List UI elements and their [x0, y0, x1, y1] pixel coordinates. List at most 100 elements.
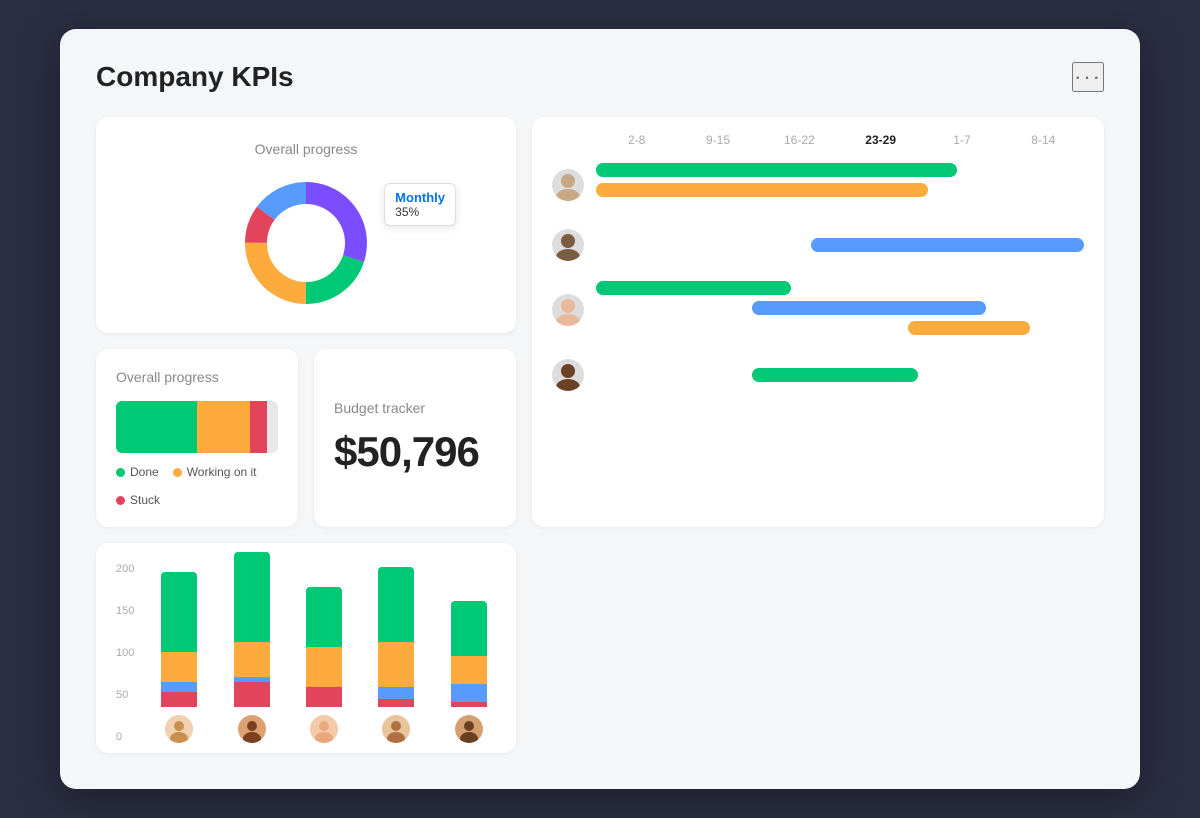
- legend-dot-stuck: [116, 496, 125, 505]
- bar-seg-red: [161, 692, 197, 707]
- gantt-bars-3: [596, 279, 1084, 341]
- bar-avatar-4: [382, 715, 410, 743]
- more-button[interactable]: ···: [1072, 62, 1104, 92]
- bar-seg-red: [306, 687, 342, 707]
- bar-seg-orange: [161, 652, 197, 682]
- gantt-bars-1: [596, 159, 1084, 211]
- bar-seg-blue: [451, 684, 487, 702]
- bar-seg-orange: [378, 642, 414, 687]
- donut-card: Overall progress: [96, 117, 516, 333]
- budget-value: $50,796: [334, 428, 496, 476]
- bar-chart-card: 200 150 100 50 0: [96, 543, 516, 753]
- bar-seg-blue: [378, 687, 414, 699]
- gantt-bar: [596, 163, 957, 177]
- bar-stack-2: [234, 552, 270, 707]
- gantt-avatar-1: [552, 169, 584, 201]
- progress-done: [116, 401, 197, 453]
- gantt-bars-2: [596, 231, 1084, 259]
- gantt-bar: [596, 183, 928, 197]
- bar-seg-green: [306, 587, 342, 647]
- gantt-bars-4: [596, 361, 1084, 389]
- gantt-card: 2-8 9-15 16-22 23-29 1-7 8-14: [532, 117, 1104, 527]
- gantt-col-5: 1-7: [921, 133, 1002, 147]
- y-label-50: 50: [116, 689, 134, 701]
- tooltip-value: 35%: [395, 205, 445, 219]
- y-label-150: 150: [116, 605, 134, 617]
- gantt-row-3: [552, 279, 1084, 341]
- gantt-col-2: 9-15: [677, 133, 758, 147]
- gantt-header: 2-8 9-15 16-22 23-29 1-7 8-14: [552, 133, 1084, 147]
- bar-avatar-3: [310, 715, 338, 743]
- header: Company KPIs ···: [96, 61, 1104, 93]
- bar-seg-green: [234, 552, 270, 642]
- gantt-bar: [908, 321, 1030, 335]
- gantt-col-3: 16-22: [759, 133, 840, 147]
- bar-chart-area: 200 150 100 50 0: [116, 563, 496, 743]
- bar-seg-green: [451, 601, 487, 656]
- legend-dot-done: [116, 468, 125, 477]
- legend-dot-working: [173, 468, 182, 477]
- donut-card-label: Overall progress: [255, 141, 358, 157]
- bar-group-5: [442, 601, 496, 743]
- budget-label: Budget tracker: [334, 400, 496, 416]
- legend-done: Done: [116, 465, 159, 479]
- bar-stack-3: [306, 587, 342, 707]
- budget-card: Budget tracker $50,796: [314, 349, 516, 527]
- bar-seg-red: [451, 702, 487, 707]
- y-label-200: 200: [116, 563, 134, 575]
- donut-chart: Monthly 35%: [236, 173, 376, 313]
- bar-y-axis: 200 150 100 50 0: [116, 563, 134, 743]
- gantt-bar: [752, 301, 986, 315]
- legend-label-stuck: Stuck: [130, 493, 160, 507]
- legend-label-done: Done: [130, 465, 159, 479]
- gantt-bar: [596, 281, 791, 295]
- bar-seg-orange: [306, 647, 342, 687]
- bar-group-3: [297, 587, 351, 743]
- bar-seg-green: [378, 567, 414, 642]
- bar-avatar-1: [165, 715, 193, 743]
- bar-group-4: [369, 567, 423, 743]
- progress-working: [197, 401, 250, 453]
- bar-seg-blue: [161, 682, 197, 692]
- bar-seg-red: [234, 682, 270, 707]
- bar-stack-1: [161, 572, 197, 707]
- progress-empty: [267, 401, 278, 453]
- legend-working: Working on it: [173, 465, 257, 479]
- gantt-row-2: [552, 229, 1084, 261]
- bar-avatar-5: [455, 715, 483, 743]
- bar-seg-orange: [451, 656, 487, 684]
- dashboard-frame: Company KPIs ··· Overall progress: [60, 29, 1140, 789]
- bar-avatar-2: [238, 715, 266, 743]
- bar-seg-red: [378, 699, 414, 707]
- progress-stuck: [250, 401, 266, 453]
- tooltip-label: Monthly: [395, 190, 445, 205]
- gantt-col-6: 8-14: [1003, 133, 1084, 147]
- gantt-row-1: [552, 159, 1084, 211]
- gantt-avatar-2: [552, 229, 584, 261]
- donut-svg: [236, 173, 376, 313]
- gantt-avatar-4: [552, 359, 584, 391]
- bar-stack-5: [451, 601, 487, 707]
- bar-group-2: [224, 552, 278, 743]
- legend-stuck: Stuck: [116, 493, 160, 507]
- gantt-bar: [811, 238, 1084, 252]
- y-label-100: 100: [116, 647, 134, 659]
- gantt-col-4: 23-29: [840, 133, 921, 147]
- donut-tooltip: Monthly 35%: [384, 183, 456, 226]
- overall-progress-card: Overall progress Done Working on it: [96, 349, 298, 527]
- gantt-avatar-3: [552, 294, 584, 326]
- main-grid: Overall progress: [96, 117, 1104, 753]
- progress-legend: Done Working on it Stuck: [116, 465, 278, 507]
- bar-stack-4: [378, 567, 414, 707]
- bar-group-1: [152, 572, 206, 743]
- bottom-row: Overall progress Done Working on it: [96, 349, 516, 527]
- y-label-0: 0: [116, 731, 134, 743]
- bar-seg-orange: [234, 642, 270, 677]
- gantt-bar: [752, 368, 918, 382]
- bar-seg-green: [161, 572, 197, 652]
- page-title: Company KPIs: [96, 61, 294, 93]
- overall-progress-bar: [116, 401, 278, 453]
- gantt-row-4: [552, 359, 1084, 391]
- gantt-col-1: 2-8: [596, 133, 677, 147]
- legend-label-working: Working on it: [187, 465, 257, 479]
